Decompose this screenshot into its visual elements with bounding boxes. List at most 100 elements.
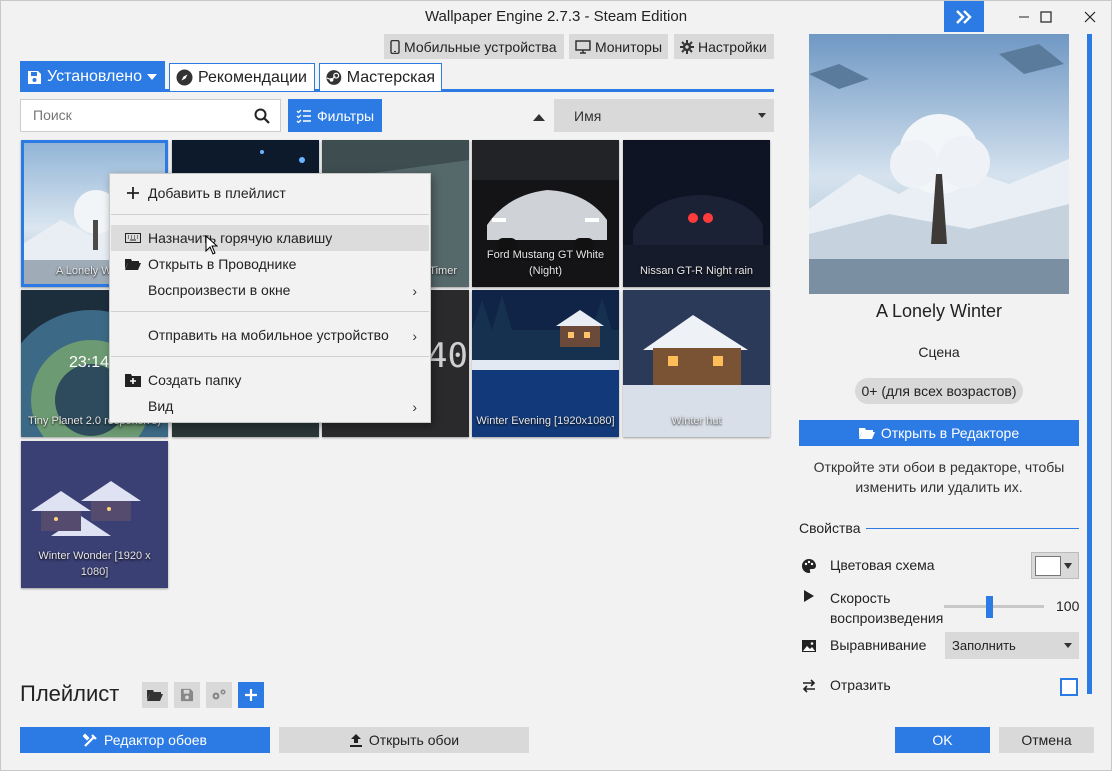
mobile-devices-button[interactable]: Мобильные устройства <box>384 34 564 59</box>
tools-icon <box>83 732 97 747</box>
preview-image <box>809 34 1069 294</box>
editor-hint-text: Откройте эти обои в редакторе, чтобы изм… <box>813 459 1065 495</box>
save-icon <box>28 70 41 84</box>
search-input[interactable] <box>33 107 243 123</box>
menu-item-create-folder[interactable]: Создать папку <box>111 367 429 393</box>
wallpaper-title: Winter Evening [1920x1080] <box>476 415 615 427</box>
tab-recommendations[interactable]: Рекомендации <box>169 63 315 91</box>
play-icon <box>804 590 814 602</box>
mouse-cursor-icon <box>205 235 218 255</box>
maximize-button[interactable] <box>1023 1 1069 32</box>
clock-text: 23:14 <box>69 354 110 371</box>
add-to-playlist-button[interactable] <box>238 682 264 708</box>
context-menu: Добавить в плейлист Назначить горячую кл… <box>109 173 431 423</box>
mirror-checkbox[interactable] <box>1060 678 1078 696</box>
search-icon[interactable] <box>254 108 270 124</box>
folder-plus-icon <box>125 374 141 387</box>
filters-button[interactable]: Фильтры <box>288 99 382 132</box>
caret-down-icon <box>146 74 157 80</box>
menu-item-send-to-mobile[interactable]: Отправить на мобильное устройство › <box>111 322 429 348</box>
tab-workshop-label: Мастерская <box>346 68 435 86</box>
gears-icon <box>212 689 226 700</box>
folder-open-icon <box>147 689 163 701</box>
sort-dropdown[interactable]: Имя <box>554 99 774 132</box>
speed-slider-thumb[interactable] <box>985 596 993 618</box>
menu-item-view[interactable]: Вид › <box>111 393 429 419</box>
triangle-up-icon <box>533 114 545 121</box>
chevron-right-icon: › <box>412 283 417 299</box>
open-in-editor-button[interactable]: Открыть в Редакторе <box>799 420 1079 446</box>
close-button[interactable] <box>1067 1 1112 32</box>
mirror-label: Отразить <box>830 677 891 693</box>
menu-item-assign-hotkey[interactable]: Назначить горячую клавишу <box>111 225 429 251</box>
menu-item-label: Вид <box>148 398 174 414</box>
cancel-button[interactable]: Отмена <box>999 727 1094 753</box>
menu-item-label: Воспроизвести в окне <box>148 282 291 298</box>
plus-icon <box>245 689 257 701</box>
menu-item-label: Отправить на мобильное устройство <box>148 327 389 343</box>
wallpaper-detail-title: A Lonely Winter <box>875 301 1003 321</box>
speed-value: 100 <box>1056 598 1080 614</box>
title-bar: Wallpaper Engine 2.7.3 - Steam Edition <box>1 1 1111 32</box>
ok-button[interactable]: OK <box>895 727 990 753</box>
mobile-phone-icon <box>390 39 400 54</box>
color-scheme-picker[interactable] <box>1031 552 1079 579</box>
sort-direction-button[interactable] <box>529 105 549 127</box>
main-tabs: Установлено Рекомендации Мастерская <box>20 61 774 92</box>
menu-item-label: Создать папку <box>148 372 242 388</box>
save-icon <box>180 688 194 702</box>
menu-item-label: Назначить горячую клавишу <box>148 230 333 246</box>
menu-item-label: Открыть в Проводнике <box>148 256 297 272</box>
menu-separator <box>111 356 429 357</box>
properties-heading: Свойства <box>799 520 861 536</box>
settings-label: Настройки <box>698 38 767 55</box>
menu-item-play-in-window[interactable]: Воспроизвести в окне › <box>111 277 429 303</box>
mobile-devices-label: Мобильные устройства <box>404 38 557 55</box>
save-playlist-button[interactable] <box>174 682 200 708</box>
age-rating-badge: 0+ (для всех возрастов) <box>855 378 1023 404</box>
swap-arrows-icon <box>802 679 816 693</box>
playlist-settings-button[interactable] <box>206 682 232 708</box>
folder-open-icon <box>125 259 141 270</box>
chevron-down-icon <box>1064 643 1072 648</box>
alignment-label: Выравнивание <box>830 637 927 653</box>
app-window: Wallpaper Engine 2.7.3 - Steam Edition М… <box>0 0 1112 771</box>
palette-icon <box>802 559 816 573</box>
double-chevron-right-icon <box>956 9 972 24</box>
menu-item-open-in-explorer[interactable]: Открыть в Проводнике <box>111 251 429 277</box>
wallpaper-tile[interactable]: Ford Mustang GT White (Night) <box>472 140 619 287</box>
open-in-editor-label: Открыть в Редакторе <box>880 425 1020 441</box>
color-scheme-label: Цветовая схема <box>830 557 935 573</box>
compass-icon <box>176 69 193 86</box>
wallpaper-tile[interactable]: Nissan GT-R Night rain <box>623 140 770 287</box>
cancel-label: Отмена <box>1021 732 1072 748</box>
chevron-right-icon: › <box>412 328 417 344</box>
speed-slider-track[interactable] <box>944 605 1044 608</box>
menu-item-label: Добавить в плейлист <box>148 185 286 201</box>
plus-icon <box>127 187 139 199</box>
settings-button[interactable]: Настройки <box>674 34 774 59</box>
details-scrollbar[interactable] <box>1087 34 1092 694</box>
wallpaper-tile[interactable]: Winter Evening [1920x1080] <box>472 290 619 437</box>
open-wallpaper-label: Открыть обои <box>368 732 460 748</box>
open-wallpaper-button[interactable]: Открыть обои <box>279 727 529 753</box>
maximize-icon <box>1040 10 1052 23</box>
expand-panel-button[interactable] <box>944 1 984 32</box>
monitors-button[interactable]: Мониторы <box>569 34 668 59</box>
tab-recommendations-label: Рекомендации <box>198 68 307 86</box>
wallpaper-tile[interactable]: Winter hut <box>623 290 770 437</box>
tab-installed[interactable]: Установлено <box>20 61 165 92</box>
wallpaper-tile[interactable]: Winter Wonder [1920 x 1080] <box>21 441 168 588</box>
alignment-dropdown[interactable]: Заполнить <box>945 632 1079 659</box>
color-swatch <box>1035 556 1061 576</box>
menu-item-add-to-playlist[interactable]: Добавить в плейлист <box>111 180 429 206</box>
load-playlist-button[interactable] <box>142 682 168 708</box>
wallpaper-editor-button[interactable]: Редактор обоев <box>20 727 270 753</box>
filters-label: Фильтры <box>316 107 375 124</box>
playback-speed-label-line1: Скорость воспроизведения <box>830 588 960 628</box>
playlist-title: Плейлист <box>20 681 120 706</box>
upload-icon <box>349 734 362 747</box>
monitor-icon <box>575 39 591 54</box>
tab-workshop[interactable]: Мастерская <box>319 63 442 91</box>
menu-separator <box>111 214 429 215</box>
